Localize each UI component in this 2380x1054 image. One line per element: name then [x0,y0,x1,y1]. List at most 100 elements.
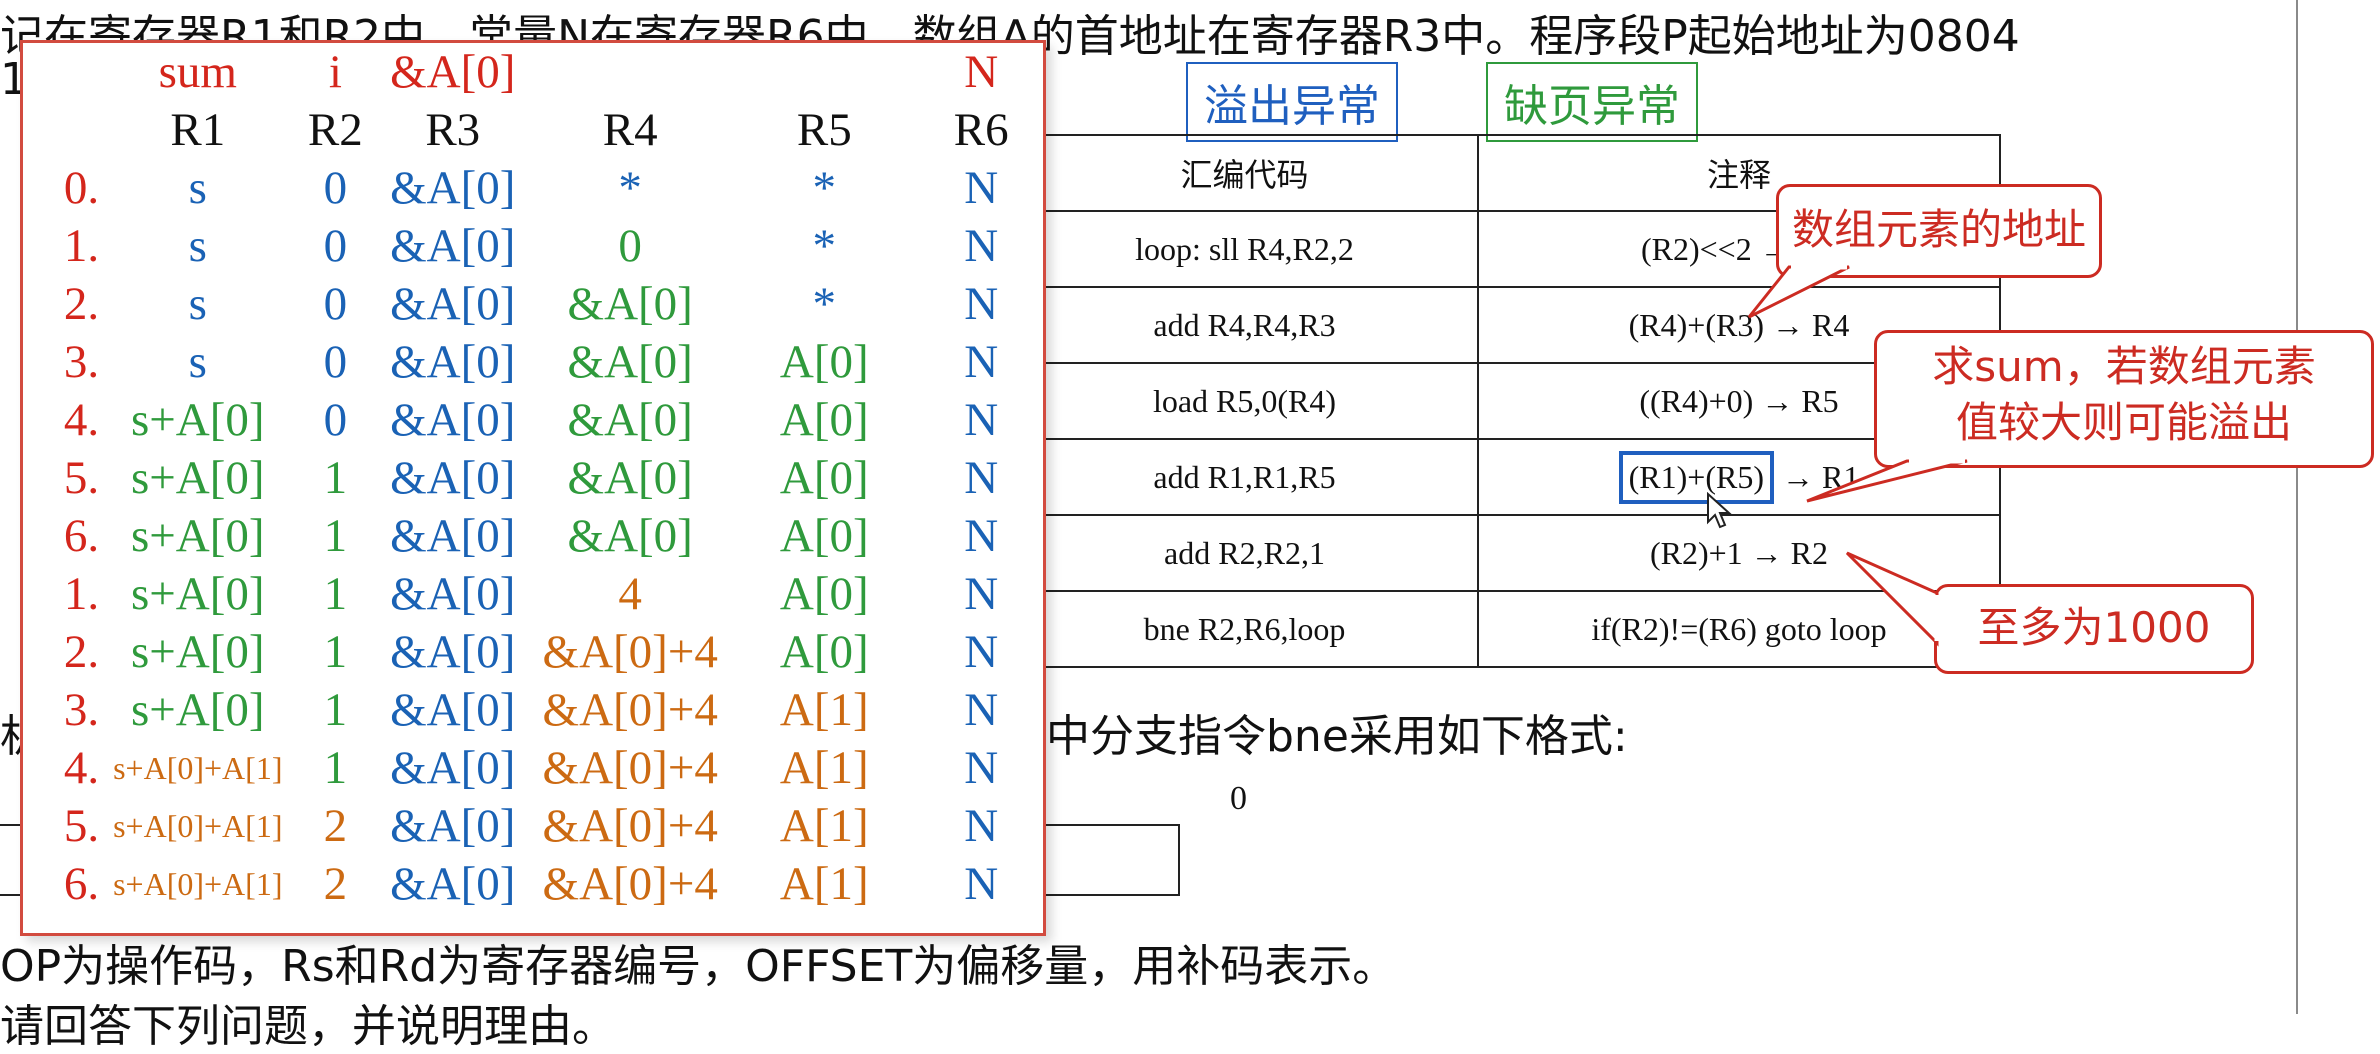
callout-pointer [1806,458,1968,503]
trace-r3-cell: &A[0] [390,858,516,910]
trace-r2-cell: 1 [323,684,348,736]
trace-name-cell [531,43,729,101]
code-cell: add R1,R1,R5 [1010,438,1479,516]
trace-row: 5. s+A[0] 1 &A[0] &A[0] A[0] N [23,449,1043,507]
trace-row: 6. s+A[0] 1 &A[0] &A[0] A[0] N [23,507,1043,565]
trace-r4-cell: 0 [618,220,642,272]
trace-r2-cell: 0 [323,394,348,446]
header-code: 汇编代码 [1010,134,1479,212]
trace-r6-cell: N [964,220,999,272]
trace-r5-cell: A[1] [779,858,869,910]
code-cell: add R4,R4,R3 [1010,286,1479,364]
trace-r2-cell: 0 [323,278,348,330]
trace-r5-cell: * [812,220,837,272]
callout-array-address: 数组元素的地址 [1747,184,2102,319]
table-row: load R5,0(R4) ((R4)+0) → R5 [1010,362,2001,440]
trace-r4-cell: 4 [618,568,642,620]
callout-pointer [1845,551,1940,647]
trace-header-cell: R2 [307,104,363,156]
trace-r2-cell: 1 [323,742,348,794]
trace-r6-cell: N [964,452,999,504]
trace-r5-cell: A[0] [779,394,869,446]
trace-r3-cell: &A[0] [390,568,516,620]
mouse-cursor-icon [1707,492,1732,529]
table-row: bne R2,R6,loop if(R2)!=(R6) goto loop [1010,590,2001,668]
trace-r2-cell: 0 [323,336,348,388]
trace-r5-cell: A[1] [779,800,869,852]
register-trace-table: sum i &A[0] N R1 R2 R3 R4 R5 R6 0. s 0 &A[0… [23,43,1043,913]
trace-name-cell [23,43,99,101]
slide-bottom-line: OP为操作码，Rs和Rd为寄存器编号，OFFSET为偏移量，用补码表示。 [0,941,1397,992]
callout-sum-line2: 值较大则可能溢出 [1955,398,2292,447]
trace-r2-cell: 1 [323,568,348,620]
trace-name-cell: &A[0] [390,46,516,98]
trace-r2-cell: 1 [323,510,348,562]
trace-r5-cell: * [812,278,837,330]
trace-header-cell: R4 [602,104,658,156]
trace-r3-cell: &A[0] [390,510,516,562]
table-row: add R2,R2,1 (R2)+1 → R2 [1010,514,2001,592]
overflow-exception-tag: 溢出异常 [1186,62,1398,142]
trace-header-cell: R3 [425,104,481,156]
code-cell: load R5,0(R4) [1010,362,1479,440]
trace-name-cell: N [964,46,999,98]
trace-r6-cell: N [964,684,999,736]
trace-r5-cell: A[0] [779,452,869,504]
table-row: add R1,R1,R5 (R1)+(R5) → R1 [1010,438,2001,516]
trace-step-cell: 2. [63,278,100,330]
callout-pointer [1747,264,1850,319]
trace-r1-cell: s+A[0] [131,394,265,446]
trace-r2-cell: 0 [323,220,348,272]
trace-r3-cell: &A[0] [390,220,516,272]
trace-step-cell: 5. [63,452,100,504]
trace-r3-cell: &A[0] [390,278,516,330]
trace-r4-cell: &A[0] [567,278,693,330]
trace-r6-cell: N [964,336,999,388]
trace-row: 1. s 0 &A[0] 0 * N [23,217,1043,275]
trace-r1-cell: s [188,220,207,272]
trace-rows: 0. s 0 &A[0] * * N 1. s 0 &A[0] 0 * N 2. s 0 &A[0] &A[0] * N… [23,159,1043,913]
callout-sum-overflow: 求sum，若数组元素 值较大则可能溢出 [1806,330,2374,503]
trace-r2-cell: 2 [323,800,348,852]
callout-max-value: 至多为1000 [1845,551,2254,674]
trace-step-cell: 1. [63,220,100,272]
code-cell: loop: sll R4,R2,2 [1010,210,1479,288]
trace-row: 3. s+A[0] 1 &A[0] &A[0]+4 A[1] N [23,681,1043,739]
trace-r5-cell: * [812,162,837,214]
trace-r4-cell: &A[0]+4 [542,858,718,910]
trace-r3-cell: &A[0] [390,800,516,852]
trace-row: 6. s+A[0]+A[1] 2 &A[0] &A[0]+4 A[1] N [23,855,1043,913]
trace-row: 3. s 0 &A[0] &A[0] A[0] N [23,333,1043,391]
trace-row: 4. s+A[0]+A[1] 1 &A[0] &A[0]+4 A[1] N [23,739,1043,797]
trace-r5-cell: A[1] [779,742,869,794]
callout-sum-line1: 求sum，若数组元素 [1932,342,2316,391]
trace-header-cell [23,101,99,159]
trace-step-cell: 0. [63,162,100,214]
highlighted-expression[interactable]: (R1)+(R5) [1618,450,1774,504]
callout-max-value-text: 至多为1000 [1977,603,2211,652]
trace-step-cell: 3. [63,684,100,736]
trace-row: 5. s+A[0]+A[1] 2 &A[0] &A[0]+4 A[1] N [23,797,1043,855]
trace-r6-cell: N [964,510,999,562]
slide-edge-rule [2296,0,2298,1014]
comment-cell: (R2)+1 → R2 [1477,514,2001,592]
trace-r4-cell: &A[0]+4 [542,684,718,736]
code-cell: bne R2,R6,loop [1010,590,1479,668]
trace-r5-cell: A[0] [779,336,869,388]
trace-r1-cell: s+A[0] [131,568,265,620]
code-cell: add R2,R2,1 [1010,514,1479,592]
trace-name-cell: sum [158,46,237,98]
trace-r1-cell: s+A[0]+A[1] [113,807,283,844]
trace-step-cell: 4. [63,742,100,794]
trace-row: 0. s 0 &A[0] * * N [23,159,1043,217]
trace-r4-cell: &A[0] [567,510,693,562]
trace-step-cell: 3. [63,336,100,388]
trace-r3-cell: &A[0] [390,336,516,388]
variable-names-row: sum i &A[0] N [23,43,1043,101]
trace-r1-cell: s+A[0] [131,684,265,736]
trace-r5-cell: A[0] [779,626,869,678]
trace-header-cell: R1 [170,104,226,156]
trace-r4-cell: &A[0] [567,394,693,446]
trace-r6-cell: N [964,742,999,794]
format-zero-label: 0 [1230,780,1247,817]
